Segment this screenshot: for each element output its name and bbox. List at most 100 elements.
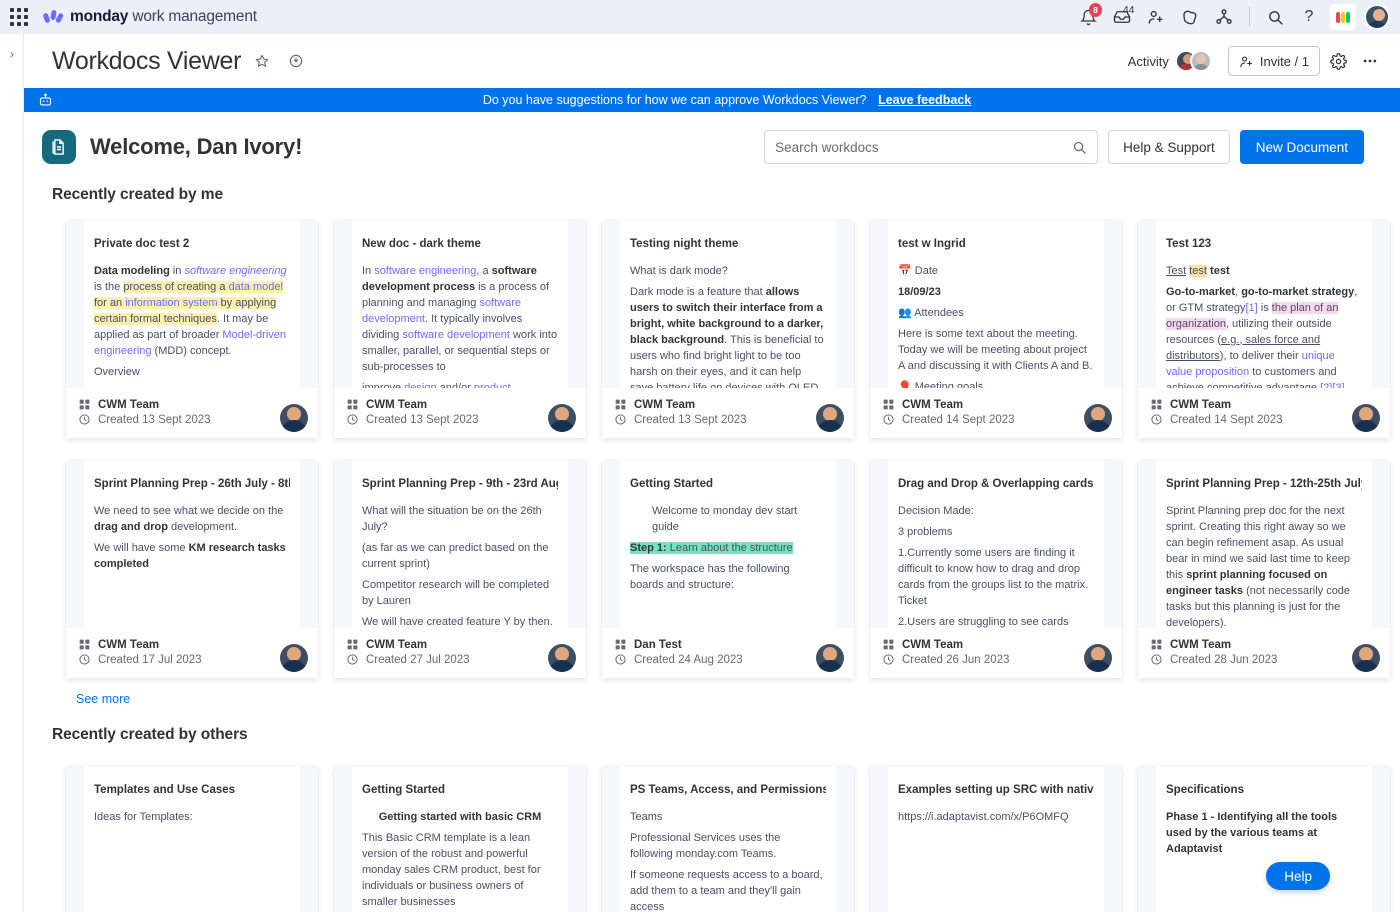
search-icon[interactable] bbox=[1072, 140, 1087, 155]
doc-card[interactable]: Getting Started Getting started with bas… bbox=[334, 766, 586, 912]
search-input[interactable] bbox=[775, 139, 1073, 155]
monday-products-logo-icon[interactable] bbox=[1330, 4, 1356, 30]
doc-card-title: Getting Started bbox=[362, 784, 446, 796]
help-floating-button[interactable]: Help bbox=[1266, 862, 1330, 890]
user-avatar[interactable] bbox=[1364, 4, 1390, 30]
recently-created-by-me-grid-row1: Private doc test 2 Data modeling in soft… bbox=[24, 204, 1400, 438]
doc-card-body: Test test test Go-to-market, go-to-marke… bbox=[1166, 264, 1358, 388]
doc-card-board: CWM Team bbox=[1170, 398, 1232, 411]
avatar bbox=[548, 644, 576, 672]
invite-button[interactable]: Invite / 1 bbox=[1227, 46, 1320, 76]
doc-card-footer: CWM Team Created 28 Jun 2023 bbox=[1138, 628, 1390, 678]
doc-card-date: Created 13 Sept 2023 bbox=[634, 413, 747, 426]
invite-member-icon bbox=[1240, 55, 1252, 67]
doc-card-board: Dan Test bbox=[634, 638, 682, 651]
board-icon bbox=[1150, 398, 1163, 411]
new-document-button[interactable]: New Document bbox=[1239, 130, 1364, 164]
my-work-icon[interactable] bbox=[1175, 2, 1205, 32]
doc-card[interactable]: test w Ingrid 📅 Date 18/09/23 👥 Attendee… bbox=[870, 220, 1122, 438]
doc-card-footer: CWM Team Created 14 Sept 2023 bbox=[870, 388, 1122, 438]
gear-icon[interactable] bbox=[1324, 47, 1352, 75]
workdocs-main-content: Welcome, Dan Ivory! Help & Support New D… bbox=[24, 112, 1400, 912]
doc-preview-page: Getting Started Getting started with bas… bbox=[352, 766, 568, 912]
doc-card[interactable]: New doc - dark theme In software enginee… bbox=[334, 220, 586, 438]
doc-preview-page: Test 123 Test test test Go-to-market, go… bbox=[1156, 220, 1372, 388]
paragraph-text: development. bbox=[167, 520, 238, 533]
doc-card[interactable]: Examples setting up SRC with native mo h… bbox=[870, 766, 1122, 912]
paragraph-text: This Basic CRM template is a lean versio… bbox=[362, 831, 541, 908]
brand-name-label: monday work management bbox=[70, 8, 257, 26]
doc-card-preview: Templates and Use Cases Ideas for Templa… bbox=[66, 766, 318, 912]
expand-sidebar-button[interactable]: › bbox=[2, 42, 22, 66]
add-description-icon[interactable] bbox=[283, 48, 309, 74]
paragraph-text: We need to see what we decide on the bbox=[94, 504, 284, 517]
brand-light-label: work management bbox=[128, 8, 257, 25]
clock-icon bbox=[882, 413, 895, 426]
doc-card[interactable]: Drag and Drop & Overlapping cards, keba … bbox=[870, 460, 1122, 678]
doc-card[interactable]: Specifications Phase 1 - Identifying all… bbox=[1138, 766, 1390, 912]
doc-preview-page: Sprint Planning Prep - 12th-25th July Sp… bbox=[1156, 460, 1372, 628]
doc-card[interactable]: Templates and Use Cases Ideas for Templa… bbox=[66, 766, 318, 912]
doc-card[interactable]: PS Teams, Access, and Permissions Teams … bbox=[602, 766, 854, 912]
notifications-bell-icon[interactable]: 8 bbox=[1073, 2, 1103, 32]
avatar bbox=[548, 404, 576, 432]
doc-card-title: PS Teams, Access, and Permissions bbox=[630, 784, 826, 796]
doc-card-body: Data modeling in software engineering is… bbox=[94, 264, 287, 388]
doc-card[interactable]: Testing night theme What is dark mode? D… bbox=[602, 220, 854, 438]
recently-created-by-me-grid-row2: Sprint Planning Prep - 26th July - 8th A… bbox=[24, 438, 1400, 678]
leave-feedback-link[interactable]: Leave feedback bbox=[878, 93, 971, 107]
doc-preview-page: Sprint Planning Prep - 9th - 23rd Aug Wh… bbox=[352, 460, 568, 628]
doc-card[interactable]: Test 123 Test test test Go-to-market, go… bbox=[1138, 220, 1390, 438]
doc-card-preview: Sprint Planning Prep - 12th-25th July Sp… bbox=[1138, 460, 1390, 628]
monday-logo-icon bbox=[42, 9, 65, 26]
workspaces-icon[interactable] bbox=[1209, 2, 1239, 32]
doc-card-body: Sprint Planning prep doc for the next sp… bbox=[1166, 504, 1362, 628]
star-icon[interactable] bbox=[249, 48, 275, 74]
doc-card-body: Teams Professional Services uses the fol… bbox=[630, 810, 826, 912]
paragraph-text: Teams bbox=[630, 810, 663, 823]
grid-apps-icon[interactable] bbox=[8, 6, 30, 28]
doc-card-board: CWM Team bbox=[98, 638, 160, 651]
doc-preview-page: New doc - dark theme In software enginee… bbox=[352, 220, 568, 388]
more-options-icon[interactable] bbox=[1356, 47, 1384, 75]
avatar bbox=[1352, 404, 1380, 432]
doc-card-date: Created 13 Sept 2023 bbox=[366, 413, 479, 426]
doc-card[interactable]: Sprint Planning Prep - 12th-25th July Sp… bbox=[1138, 460, 1390, 678]
meeting-paragraph: Here is some text about the meeting. Tod… bbox=[898, 327, 1093, 372]
doc-card[interactable]: Sprint Planning Prep - 26th July - 8th A… bbox=[66, 460, 318, 678]
doc-preview-page: PS Teams, Access, and Permissions Teams … bbox=[620, 766, 836, 912]
avatar bbox=[280, 404, 308, 432]
help-and-support-button[interactable]: Help & Support bbox=[1108, 130, 1230, 164]
inbox-icon[interactable]: 44 bbox=[1107, 2, 1137, 32]
doc-card[interactable]: Private doc test 2 Data modeling in soft… bbox=[66, 220, 318, 438]
paragraph-text: 2.Users are struggling to see cards when bbox=[898, 615, 1069, 628]
monday-brand[interactable]: monday work management bbox=[42, 8, 257, 26]
paragraph-bold: Phase 1 - Identifying all the tools used… bbox=[1166, 810, 1338, 855]
activity-button[interactable]: Activity bbox=[1122, 46, 1218, 76]
help-question-icon[interactable]: ? bbox=[1294, 2, 1324, 32]
attendees-label: Attendees bbox=[914, 306, 964, 319]
doc-card[interactable]: Sprint Planning Prep - 9th - 23rd Aug Wh… bbox=[334, 460, 586, 678]
clock-icon bbox=[614, 413, 627, 426]
page-title[interactable]: Workdocs Viewer bbox=[52, 47, 241, 76]
paragraph-text: https://i.adaptavist.com/x/P6OMFQ bbox=[898, 810, 1069, 823]
paragraph-text: (as far as we can predict based on the c… bbox=[362, 541, 549, 570]
search-icon[interactable] bbox=[1260, 2, 1290, 32]
search-workdocs-box[interactable] bbox=[764, 130, 1099, 164]
nav-divider bbox=[1249, 7, 1250, 27]
doc-card-preview: Drag and Drop & Overlapping cards, keba … bbox=[870, 460, 1122, 628]
doc-card-date: Created 14 Sept 2023 bbox=[902, 413, 1015, 426]
doc-card[interactable]: Getting Started Welcome to monday dev st… bbox=[602, 460, 854, 678]
top-nav-actions: 8 44 ? bbox=[1073, 2, 1390, 32]
clock-icon bbox=[1150, 653, 1163, 666]
invite-member-icon[interactable] bbox=[1141, 2, 1171, 32]
inbox-badge: 44 bbox=[1122, 3, 1135, 16]
doc-card-board: CWM Team bbox=[634, 398, 696, 411]
doc-preview-page: Getting Started Welcome to monday dev st… bbox=[620, 460, 836, 628]
doc-card-preview: Private doc test 2 Data modeling in soft… bbox=[66, 220, 318, 388]
see-more-link[interactable]: See more bbox=[24, 678, 130, 706]
recently-created-by-others-grid: Templates and Use Cases Ideas for Templa… bbox=[24, 744, 1400, 912]
clock-icon bbox=[882, 653, 895, 666]
doc-card-preview: PS Teams, Access, and Permissions Teams … bbox=[602, 766, 854, 912]
avatar bbox=[1352, 644, 1380, 672]
